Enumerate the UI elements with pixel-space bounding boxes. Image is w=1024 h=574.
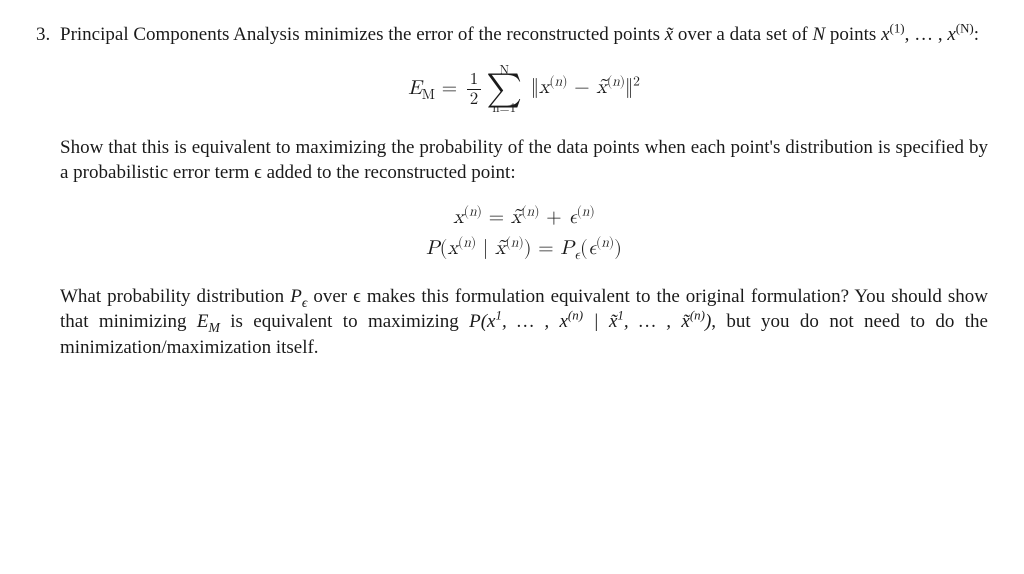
sup-N: (N) [956, 21, 974, 36]
question-number: 3. [36, 22, 60, 48]
page: 3. Principal Components Analysis minimiz… [0, 0, 1024, 387]
fraction-half: 12 [467, 71, 482, 108]
text: is equivalent to maximizing [220, 311, 469, 332]
sup-1: (1) [890, 21, 905, 36]
joint-prob: P(x1, … , x(n) | x̃1, … , x̃(n)) [469, 311, 711, 332]
x: x [881, 24, 889, 45]
equation-EM: EM = 12N∑n=1 ‖x(n) − x̃(n)‖2 [60, 64, 988, 115]
text: points [825, 24, 881, 45]
x-tilde: x̃ [665, 24, 673, 45]
paragraph-question: What probability distribution Pϵ over ϵ … [60, 284, 988, 361]
equals: = [435, 77, 464, 97]
text: , … , [905, 24, 948, 45]
paragraph-show: Show that this is equivalent to maximizi… [60, 135, 988, 186]
x: x [947, 24, 955, 45]
N: N [812, 24, 825, 45]
question-body: Principal Components Analysis minimizes … [60, 22, 988, 367]
P: P [290, 286, 302, 307]
numerator: 1 [467, 71, 482, 90]
text: Principal Components Analysis minimizes … [60, 24, 665, 45]
text: What probability distribution [60, 286, 290, 307]
norm-term: ‖x(n) − x̃(n)‖2 [531, 77, 640, 97]
equation-line-1: x(n) = x̃(n) + ϵ(n) [60, 204, 988, 231]
sigma-icon: ∑ [486, 75, 522, 104]
equation-line-2: P(x(n) | x̃(n)) = Pϵ(ϵ(n)) [60, 235, 988, 262]
equation-prob-model: x(n) = x̃(n) + ϵ(n) P(x(n) | x̃(n)) = Pϵ… [60, 204, 988, 262]
summation: N∑n=1 [486, 64, 522, 115]
text: : [974, 24, 979, 45]
sub-M: M [208, 320, 219, 335]
E: E [408, 77, 422, 97]
paragraph-intro: Principal Components Analysis minimizes … [60, 22, 988, 48]
E: E [197, 311, 209, 332]
sub-M: M [422, 86, 435, 101]
text: over a data set of [673, 24, 812, 45]
question-3: 3. Principal Components Analysis minimiz… [36, 22, 988, 367]
denominator: 2 [467, 90, 482, 108]
text: Show that this is equivalent to maximizi… [60, 137, 988, 184]
